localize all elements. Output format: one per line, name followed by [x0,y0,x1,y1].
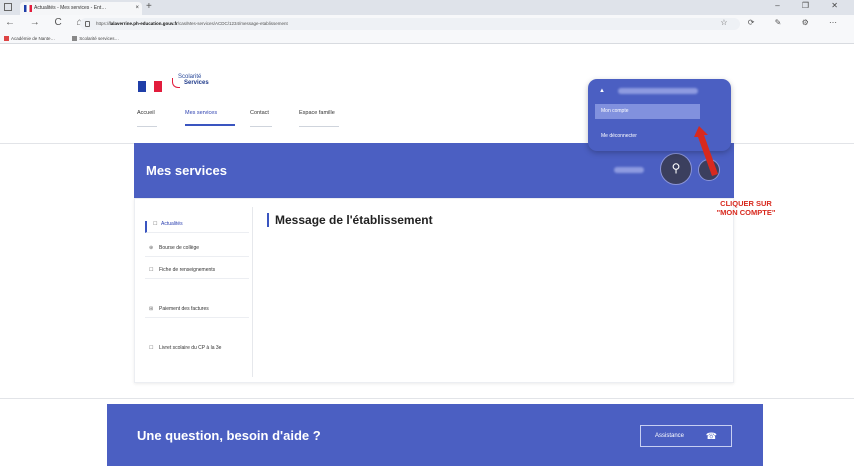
help-banner: Une question, besoin d'aide ? Assistance… [107,404,763,466]
booklet-icon: ☐ [149,345,154,351]
bookmark-icon [72,36,78,41]
sidebar-item-label: Fiche de renseignements [159,267,216,273]
scholarship-icon: ⊕ [149,245,154,251]
mon-compte-menu-item[interactable]: Mon compte [595,104,700,119]
sidebar-item-livret[interactable]: ☐ Livret scolaire du CP à la 3e [145,345,249,356]
nav-active-underline [185,124,235,126]
new-tab-button[interactable]: + [146,1,152,12]
bookmark-item[interactable]: Scolarité services… [72,36,127,41]
sidebar-item-label: Paiement des factures [159,306,209,312]
sidebar-item-bourse[interactable]: ⊕ Bourse de collège [145,245,249,257]
sidebar-item-label: Livret scolaire du CP à la 3e [159,345,222,351]
url-path: /cas/Mes-services/ACDC/1234/message-etab… [177,21,288,26]
bookmark-item[interactable]: Académie de Nante… [4,36,63,41]
sidebar-item-label: Bourse de collège [159,245,200,251]
sidebar-item-label: Actualités [161,221,183,227]
browser-tab[interactable]: Actualités - Mes services - Ent… × [20,2,142,15]
lock-icon [85,21,90,27]
page-title: Mes services [146,163,227,178]
window-controls[interactable]: – ❐ ✕ [775,1,848,10]
window-menu-icon[interactable] [4,3,12,11]
nav-underline [299,126,339,127]
assistance-button[interactable]: Assistance ☎ [640,425,732,447]
help-question: Une question, besoin d'aide ? [137,428,321,443]
bookmark-icon [4,36,9,41]
bookmarks-bar: Académie de Nante… Scolarité services… [0,33,854,44]
tab-close-icon[interactable]: × [135,2,139,15]
user-name-blurred [614,167,644,173]
tab-title: Actualités - Mes services - Ent… [34,5,107,11]
annotation-line2: "MON COMPTE" [716,208,776,217]
footer-divider [0,398,854,399]
nav-buttons[interactable]: ← → C ⌂ [5,17,89,28]
annotation-text: CLIQUER SUR "MON COMPTE" [686,199,806,217]
services-body: ☐ Actualités ⊕ Bourse de collège ☐ Fiche… [134,198,734,383]
url-prefix: https:// [96,21,110,26]
nav-underline [250,126,272,127]
address-bar-row: ← → C ⌂ https://lalaverrine.ph-education… [0,15,854,33]
services-sidebar: ☐ Actualités ⊕ Bourse de collège ☐ Fiche… [145,207,253,377]
user-account-button[interactable]: ⚲ [660,153,692,185]
content-title: Message de l'établissement [267,213,433,227]
payment-icon: ⊞ [149,306,154,312]
annotation-arrow-icon [694,126,718,176]
nav-espace-famille[interactable]: Espace famille [299,110,335,116]
nav-contact[interactable]: Contact [250,110,269,116]
assistance-label: Assistance [655,433,685,439]
user-icon: ▲ [599,88,605,94]
url-domain: lalaverrine.ph-education.gouv.fr [109,21,178,26]
site-logo[interactable]: Scolarité Services [178,74,209,86]
nav-underline [137,126,157,127]
nav-mes-services[interactable]: Mes services [185,110,217,116]
logo-line2: Services [184,80,209,86]
form-icon: ☐ [149,267,154,273]
sidebar-item-fiche[interactable]: ☐ Fiche de renseignements [145,267,249,279]
republique-logo[interactable] [138,81,162,92]
assistance-icon: ☎ [705,431,717,441]
sidebar-item-paiement[interactable]: ⊞ Paiement des factures [145,306,249,318]
services-header: Mes services ⚲ [134,143,734,198]
user-email-blurred [618,88,698,94]
browser-toolbar-icons[interactable]: ☆ ⟳ ✎ ⚙ ⋯ [720,18,846,27]
nav-accueil[interactable]: Accueil [137,110,155,116]
browser-tab-bar: Actualités - Mes services - Ent… × + – ❐… [0,0,854,15]
favicon-icon [24,5,32,12]
sidebar-item-actualites[interactable]: ☐ Actualités [145,221,249,233]
logout-menu-item[interactable]: Me déconnecter [601,133,637,139]
news-icon: ☐ [153,221,158,227]
url-field[interactable]: https://lalaverrine.ph-education.gouv.fr… [80,18,740,30]
annotation-line1: CLIQUER SUR [720,199,772,208]
